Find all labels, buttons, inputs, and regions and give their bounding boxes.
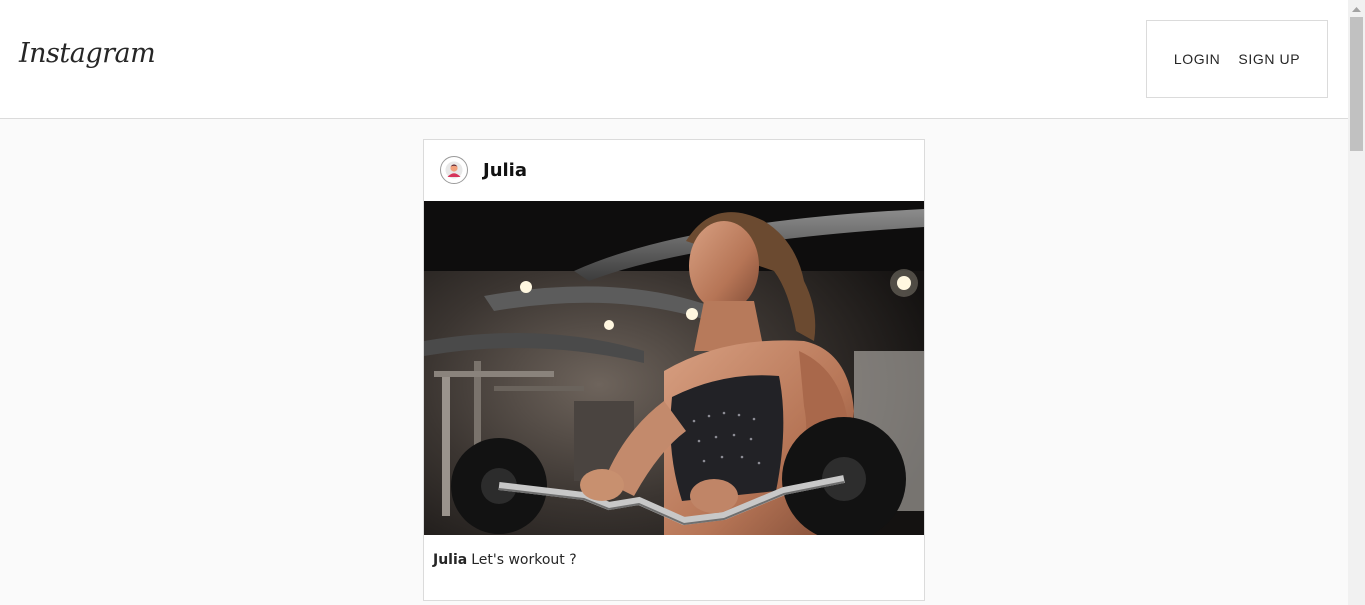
post-header: Julia: [424, 140, 924, 201]
caption-text: Let's workout ?: [471, 552, 577, 568]
scroll-up-arrow-icon[interactable]: [1348, 0, 1365, 17]
user-avatar-icon: [445, 161, 463, 179]
post-image[interactable]: [424, 201, 924, 535]
login-link[interactable]: LOGIN: [1174, 51, 1221, 67]
top-header: Instagram LOGIN SIGN UP: [0, 0, 1348, 119]
avatar[interactable]: [440, 156, 468, 184]
auth-links: LOGIN SIGN UP: [1146, 20, 1328, 98]
page-scrollbar[interactable]: [1348, 0, 1365, 605]
instagram-logo[interactable]: Instagram: [19, 38, 156, 69]
signup-link[interactable]: SIGN UP: [1238, 51, 1300, 67]
post-caption: Julia Let's workout ?: [433, 552, 577, 568]
caption-username[interactable]: Julia: [433, 552, 467, 568]
scroll-thumb[interactable]: [1350, 17, 1363, 151]
gym-photo: [424, 201, 924, 535]
post-card: Julia Julia Let's workout ?: [423, 139, 925, 601]
post-username[interactable]: Julia: [483, 160, 527, 181]
